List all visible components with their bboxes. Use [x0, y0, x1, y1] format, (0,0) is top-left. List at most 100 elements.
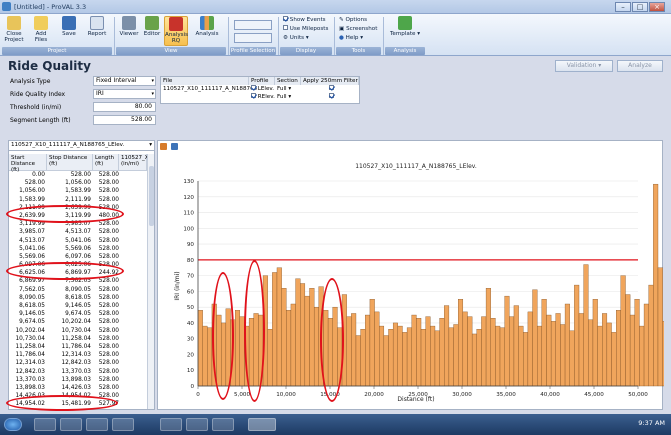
table-row[interactable]: 10,202.04 10,730.04 528.00: [9, 327, 147, 335]
editor-button[interactable]: Editor: [142, 16, 162, 37]
bar: [495, 325, 501, 387]
bar: [592, 299, 598, 387]
table-row[interactable]: 11,258.04 11,786.04 528.00: [9, 343, 147, 351]
minimize-button[interactable]: –: [615, 2, 631, 12]
viewer-button[interactable]: Viewer: [118, 16, 140, 37]
bar: [420, 329, 426, 387]
report-icon: [90, 16, 104, 30]
taskbar-app[interactable]: [34, 418, 56, 431]
taskbar-app[interactable]: [160, 418, 182, 431]
taskbar-app[interactable]: [86, 418, 108, 431]
bar-chart-icon: [200, 16, 214, 30]
table-row[interactable]: 7,562.05 8,090.05 528.00: [9, 286, 147, 294]
table-cell: 528.00: [98, 360, 119, 367]
units-dropdown[interactable]: ⚙ Units ▾: [283, 35, 309, 41]
scroll-thumb[interactable]: [149, 166, 154, 226]
table-row[interactable]: 12,842.03 13,370.03 528.00: [9, 368, 147, 376]
taskbar-app[interactable]: [60, 418, 82, 431]
table-row[interactable]: 11,786.04 12,314.03 528.00: [9, 351, 147, 359]
bar: [234, 310, 240, 387]
table-row[interactable]: 1,056.00 1,583.99 528.00: [9, 187, 147, 195]
table-row[interactable]: 9,146.05 9,674.05 528.00: [9, 310, 147, 318]
table-cell: 528.00: [98, 376, 119, 383]
table-row[interactable]: 0.00 528.00 528.00: [9, 171, 147, 179]
segment-length-input[interactable]: 528.00: [93, 115, 156, 125]
section-select-right[interactable]: Full ▾: [277, 94, 291, 101]
analyze-button[interactable]: Analyze: [617, 60, 663, 72]
profile-select[interactable]: 110527_X10_111117_A_N188765_LElev. ▾: [9, 141, 154, 151]
filter-checkbox-right[interactable]: [329, 93, 334, 101]
table-row[interactable]: 1,583.99 2,111.99 528.00: [9, 196, 147, 204]
table-cell: 4,513.07: [19, 237, 45, 244]
table-row[interactable]: 8,618.05 9,146.05 528.00: [9, 302, 147, 310]
close-window-button[interactable]: ×: [649, 2, 665, 12]
table-row[interactable]: 10,730.04 11,258.04 528.00: [9, 335, 147, 343]
taskbar-app[interactable]: [212, 418, 234, 431]
taskbar-app[interactable]: [186, 418, 208, 431]
options-button[interactable]: ✎ Options: [339, 17, 367, 23]
add-files-button[interactable]: Add Files: [30, 16, 52, 43]
red-annotation-oval: [6, 395, 118, 411]
table-row[interactable]: 5,569.06 6,097.06 528.00: [9, 253, 147, 261]
taskbar-app-proval[interactable]: [248, 418, 276, 431]
table-cell: 12,314.03: [15, 360, 45, 367]
help-button[interactable]: ● Help ▾: [339, 35, 363, 41]
y-axis-label: IRI (in/mi): [174, 271, 181, 300]
use-mileposts-toggle[interactable]: Use Mileposts: [283, 25, 328, 32]
table-row[interactable]: 528.00 1,056.00 528.00: [9, 179, 147, 187]
y-tick-label: 80: [187, 258, 195, 264]
bar: [406, 327, 412, 387]
save-button[interactable]: Save: [58, 16, 80, 37]
table-row[interactable]: 12,314.03 12,842.03 528.00: [9, 359, 147, 367]
start-button[interactable]: [4, 418, 22, 431]
table-row[interactable]: 4,513.07 5,041.06 528.00: [9, 237, 147, 245]
threshold-input[interactable]: 80.00: [93, 102, 156, 112]
analysis-type-select[interactable]: Fixed Interval ▾: [93, 76, 156, 86]
maximize-button[interactable]: □: [632, 2, 648, 12]
table-row[interactable]: 5,041.06 5,569.06 528.00: [9, 245, 147, 253]
screenshot-button[interactable]: ▣ Screenshot: [339, 26, 377, 32]
close-project-button[interactable]: Close Project: [4, 16, 24, 43]
table-cell: 9,674.05: [19, 319, 45, 326]
checkbox-icon: [283, 16, 288, 21]
profile-row-right[interactable]: RElev.: [251, 93, 275, 101]
group-label-display: Display: [280, 47, 332, 55]
bar: [625, 294, 631, 387]
table-row[interactable]: 13,898.03 14,426.03 528.00: [9, 384, 147, 392]
bar: [392, 322, 398, 387]
template-icon: [398, 16, 412, 30]
bar: [397, 325, 403, 387]
template-button[interactable]: Template ▾: [388, 16, 422, 37]
table-cell: 528.00: [24, 180, 45, 187]
bar: [402, 332, 408, 387]
analysis-rq-button[interactable]: Analysis RQ: [164, 16, 188, 46]
taskbar-app[interactable]: [112, 418, 134, 431]
table-row[interactable]: 8,090.05 8,618.05 528.00: [9, 294, 147, 302]
show-events-toggle[interactable]: Show Events: [283, 16, 326, 23]
group-label-tools: Tools: [336, 47, 381, 55]
table-row[interactable]: 13,370.03 13,898.03 528.00: [9, 376, 147, 384]
y-tick-label: 0: [190, 384, 194, 390]
iri-bar-chart: 110527_X10_111117_A_N188765_LElev. Dista…: [174, 163, 664, 403]
table-cell: 528.00: [98, 303, 119, 309]
x-tick-label: 10,000: [276, 392, 296, 398]
report-button[interactable]: Report: [84, 16, 110, 37]
profile-selection-control-2[interactable]: [234, 33, 272, 43]
section-select-left[interactable]: Full ▾: [277, 86, 291, 93]
table-row[interactable]: 3,985.07 4,513.07 528.00: [9, 228, 147, 236]
stop-col-header: Stop Distance (ft): [47, 154, 93, 171]
ride-quality-index-select[interactable]: IRI ▾: [93, 89, 156, 99]
bar: [365, 314, 371, 387]
bar: [267, 329, 273, 387]
table-cell: 5,569.06: [19, 253, 45, 260]
validation-button[interactable]: Validation ▾: [555, 60, 613, 72]
vertical-scrollbar[interactable]: [147, 154, 154, 409]
table-cell: 9,674.05: [65, 311, 91, 318]
table-cell: 528.00: [98, 343, 119, 350]
analysis-button[interactable]: Analysis: [192, 16, 222, 37]
table-cell: 9,146.05: [19, 311, 45, 318]
profile-selection-control[interactable]: [234, 20, 272, 30]
table-cell: 5,041.06: [65, 237, 91, 244]
bar: [564, 303, 570, 387]
table-row[interactable]: 9,674.05 10,202.04 528.00: [9, 318, 147, 326]
